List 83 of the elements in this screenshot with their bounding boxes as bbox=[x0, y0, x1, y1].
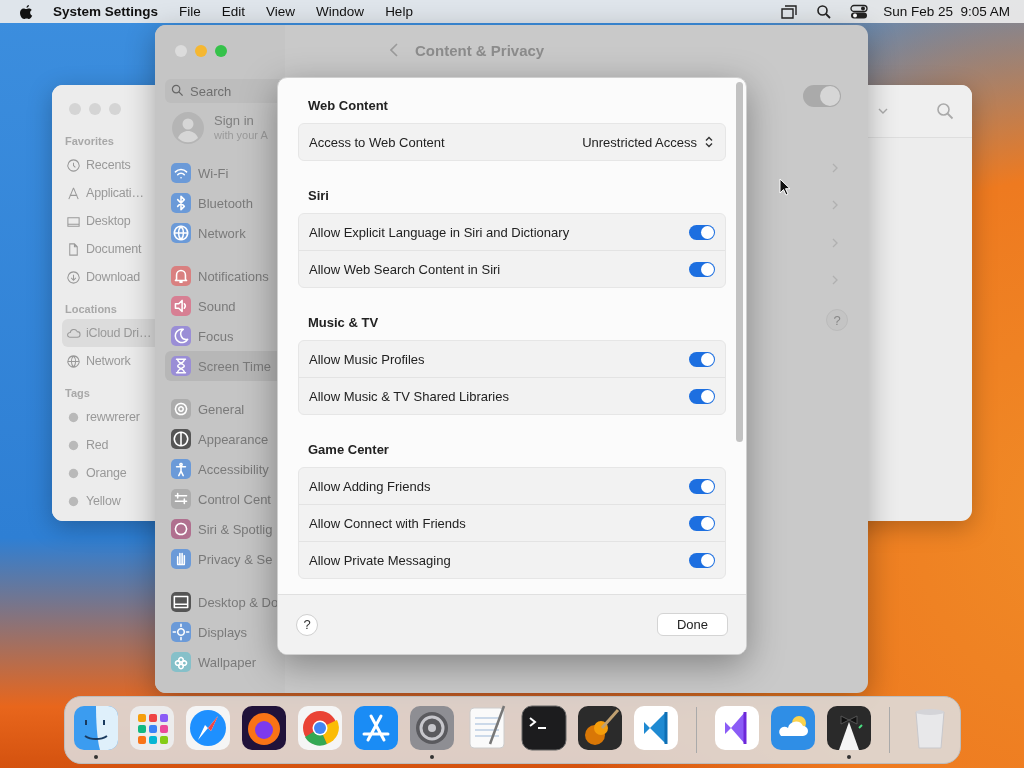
toggle-switch[interactable] bbox=[689, 478, 715, 494]
compass-icon[interactable] bbox=[184, 704, 232, 752]
sidebar-item[interactable]: Privacy & Se bbox=[165, 544, 285, 574]
avatar-icon bbox=[172, 112, 204, 144]
sidebar-item[interactable]: Recents bbox=[62, 151, 155, 179]
sidebar-item[interactable]: rewwrerer bbox=[62, 403, 155, 431]
item-label: Yellow bbox=[86, 494, 121, 508]
section-heading: Siri bbox=[308, 188, 330, 203]
menu-item[interactable]: View bbox=[266, 4, 296, 19]
item-label: Red bbox=[86, 438, 109, 452]
setting-label: Access to Web Content bbox=[309, 134, 445, 150]
guitar-icon[interactable] bbox=[576, 704, 624, 752]
gear-icon[interactable] bbox=[408, 704, 456, 752]
face-icon[interactable] bbox=[72, 704, 120, 752]
setting-label: Allow Private Messaging bbox=[309, 552, 451, 568]
item-label: Desktop bbox=[86, 214, 131, 228]
bowtie-icon[interactable] bbox=[825, 704, 873, 752]
chevron-down-icon[interactable] bbox=[878, 108, 888, 114]
sidebar-item[interactable]: Desktop bbox=[62, 207, 155, 235]
chevrons-updown-icon bbox=[705, 136, 713, 148]
setting-label: Allow Web Search Content in Siri bbox=[309, 261, 501, 277]
sidebar-item[interactable]: Network bbox=[62, 347, 155, 375]
cloud-sun-icon[interactable] bbox=[769, 704, 817, 752]
item-label: rewwrerer bbox=[86, 410, 140, 424]
grid-icon[interactable] bbox=[128, 704, 176, 752]
apple-icon[interactable] bbox=[19, 3, 33, 20]
document-icon bbox=[66, 241, 81, 257]
sidebar-item[interactable]: Yellow bbox=[62, 487, 155, 515]
search-icon bbox=[171, 84, 184, 97]
switches-icon[interactable] bbox=[850, 3, 869, 20]
sidebar-item[interactable]: Wallpaper bbox=[165, 647, 285, 677]
item-label: iCloud Dri… bbox=[86, 326, 152, 340]
toggle-switch[interactable] bbox=[689, 261, 715, 277]
help-button[interactable]: ? bbox=[296, 613, 318, 636]
done-button[interactable]: Done bbox=[656, 613, 728, 636]
toggle-switch[interactable] bbox=[689, 515, 715, 531]
sidebar-item[interactable]: iCloud Dri… bbox=[62, 319, 155, 347]
setting-label: Allow Connect with Friends bbox=[309, 515, 466, 531]
window-title: Content & Privacy bbox=[415, 41, 545, 59]
menu-item[interactable]: Window bbox=[316, 4, 365, 19]
windows-icon[interactable] bbox=[780, 3, 799, 20]
wheel-icon[interactable] bbox=[296, 704, 344, 752]
section-heading: Game Center bbox=[308, 442, 390, 457]
cursor-icon bbox=[779, 178, 791, 196]
section-heading: Web Content bbox=[308, 98, 389, 113]
item-label: Network bbox=[86, 354, 131, 368]
toggle-switch[interactable] bbox=[689, 351, 715, 367]
section-heading: Favorites bbox=[65, 135, 115, 147]
section-heading: Locations bbox=[65, 303, 118, 315]
menu-item[interactable]: Help bbox=[385, 4, 413, 19]
menu-item[interactable]: Edit bbox=[221, 4, 246, 19]
setting-label: Allow Adding Friends bbox=[309, 478, 431, 494]
section-heading: Tags bbox=[65, 387, 91, 399]
setting-label: Allow Music & TV Shared Libraries bbox=[309, 388, 509, 404]
popup-button[interactable]: Unrestricted Access bbox=[576, 132, 715, 152]
download-icon bbox=[66, 269, 81, 285]
toggle-switch[interactable] bbox=[803, 85, 841, 107]
toggle-switch[interactable] bbox=[689, 388, 715, 404]
account-title: Sign in bbox=[214, 114, 255, 128]
globe-icon bbox=[66, 353, 81, 369]
item-label: Orange bbox=[86, 466, 127, 480]
terminal-icon[interactable] bbox=[520, 704, 568, 752]
sidebar-item[interactable]: Red bbox=[62, 431, 155, 459]
toggle-switch[interactable] bbox=[689, 224, 715, 240]
menu-clock[interactable]: Sun Feb 25 9:05 AM bbox=[883, 4, 1010, 19]
item-label: Document bbox=[86, 242, 142, 256]
menu-item[interactable]: File bbox=[179, 4, 201, 19]
item-label: Recents bbox=[86, 158, 131, 172]
sidebar-item[interactable]: Download bbox=[62, 263, 155, 291]
sidebar-item[interactable]: Orange bbox=[62, 459, 155, 487]
clock-icon bbox=[66, 157, 81, 173]
item-label: Download bbox=[86, 270, 140, 284]
app-menu[interactable]: System Settings bbox=[53, 4, 159, 19]
sidebar-item[interactable]: Applicati… bbox=[62, 179, 155, 207]
item-label: Applicati… bbox=[86, 186, 144, 200]
sidebar-item[interactable]: Document bbox=[62, 235, 155, 263]
apps-icon bbox=[66, 185, 81, 201]
help-button[interactable]: ? bbox=[826, 309, 848, 331]
sidebar-item[interactable]: Displays bbox=[165, 617, 285, 647]
toggle-switch[interactable] bbox=[689, 552, 715, 568]
setting-label: Allow Explicit Language in Siri and Dictionary bbox=[309, 224, 570, 240]
section-heading: Music & TV bbox=[308, 315, 380, 330]
setting-label: Allow Music Profiles bbox=[309, 351, 425, 367]
